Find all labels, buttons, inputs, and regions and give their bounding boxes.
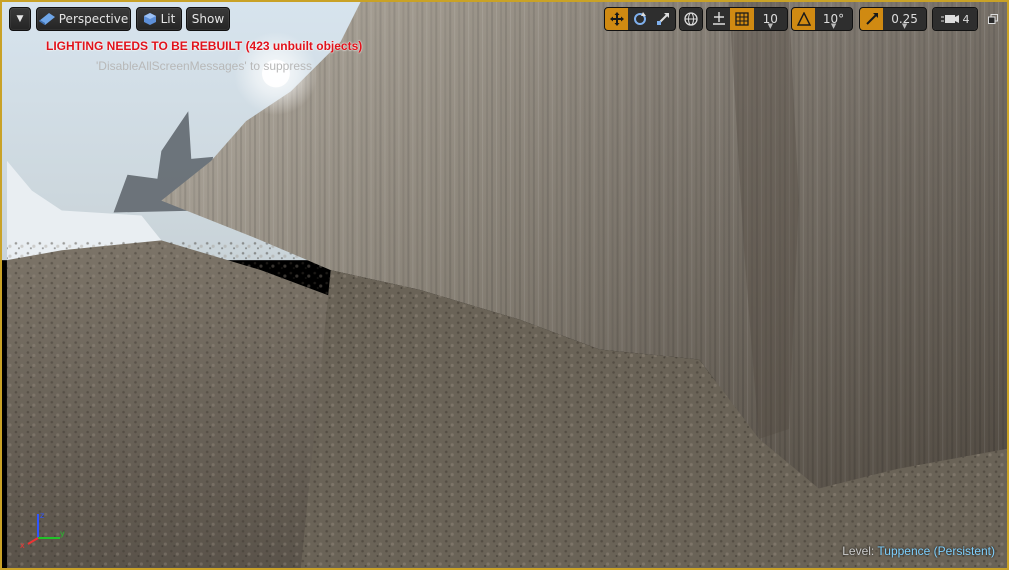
move-icon (609, 12, 624, 26)
move-tool-button[interactable] (605, 8, 629, 30)
level-name: Tuppence (Persistent) (877, 544, 995, 558)
coordinate-system-seg (680, 8, 702, 30)
globe-icon (684, 12, 698, 26)
view-mode-button[interactable]: Lit (136, 7, 182, 31)
lighting-warning-message: LIGHTING NEEDS TO BE REBUILT (423 unbuil… (46, 39, 363, 53)
camera-speed-icon (940, 15, 959, 23)
camera-view-icon (38, 13, 55, 25)
rotate-icon (633, 12, 646, 25)
scale-tool-button[interactable] (651, 8, 675, 30)
scale-snap-button[interactable] (860, 8, 884, 30)
svg-text:y: y (60, 529, 65, 538)
camera-speed-button[interactable]: 4 (932, 7, 978, 31)
surface-snap-icon (712, 12, 725, 25)
scale-snap-icon (865, 13, 878, 25)
rotation-snap-value-dropdown[interactable]: 10° ▼ (815, 8, 852, 30)
camera-speed-seg: 4 (933, 8, 977, 30)
camera-speed-value: 4 (962, 12, 970, 26)
viewport-options-button[interactable]: ▼ (9, 7, 31, 31)
svg-text:z: z (40, 511, 44, 520)
rotate-tool-button[interactable] (628, 8, 652, 30)
svg-text:x: x (20, 541, 25, 550)
suppress-hint-message: 'DisableAllScreenMessages' to suppress (96, 59, 313, 73)
show-label: Show (191, 12, 225, 26)
snapping-group: 10 ▼ (706, 7, 788, 31)
viewport-scene[interactable] (2, 2, 1007, 568)
grid-snap-button[interactable] (730, 8, 754, 30)
rotation-snap-button[interactable] (792, 8, 816, 30)
axis-gizmo: z y x (20, 511, 65, 550)
restore-window-icon[interactable] (988, 14, 998, 24)
perspective-button[interactable]: Perspective (36, 7, 131, 31)
scale-snap-group: 0.25 ▼ (859, 7, 927, 31)
level-label: Level: (842, 544, 875, 558)
angle-icon (796, 12, 811, 26)
rotation-snap-group: 10° ▼ (791, 7, 853, 31)
chevron-down-icon: ▼ (16, 14, 24, 24)
level-indicator: Level: Tuppence (Persistent) (842, 544, 995, 558)
scale-snap-value-dropdown[interactable]: 0.25 ▼ (883, 8, 926, 30)
coordinate-system-button[interactable] (679, 7, 703, 31)
grid-snap-value-dropdown[interactable]: 10 ▼ (753, 8, 787, 30)
scale-icon (657, 13, 670, 25)
transform-tools-group (604, 7, 676, 31)
perspective-label: Perspective (58, 12, 129, 26)
grid-icon (735, 12, 749, 26)
surface-snap-button[interactable] (707, 8, 731, 30)
chevron-down-icon: ▼ (901, 22, 908, 30)
chevron-down-icon: ▼ (830, 22, 837, 30)
sphere-icon (143, 13, 156, 25)
lit-label: Lit (160, 12, 176, 26)
level-viewport[interactable]: ▼ Perspective Lit Show 10 ▼ 10° ▼ 0.25 ▼… (0, 0, 1009, 570)
show-button[interactable]: Show (186, 7, 230, 31)
chevron-down-icon: ▼ (767, 22, 774, 30)
